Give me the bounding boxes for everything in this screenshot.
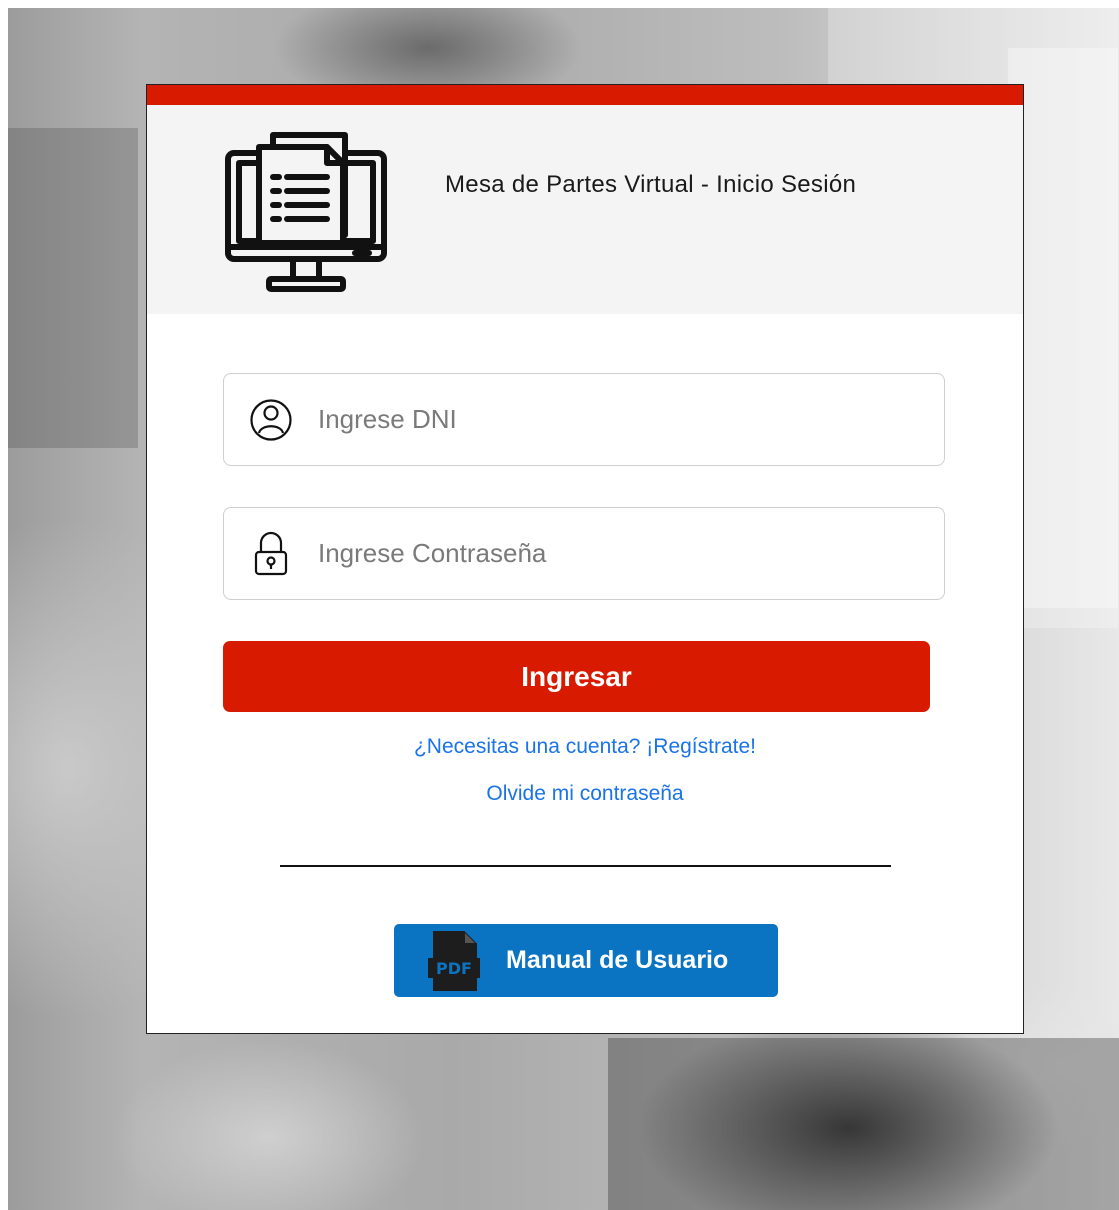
- password-field[interactable]: [223, 507, 945, 600]
- forgot-password-link[interactable]: Olvide mi contraseña: [147, 782, 1023, 806]
- password-input[interactable]: [316, 532, 920, 575]
- user-manual-label: Manual de Usuario: [506, 946, 729, 974]
- lock-icon: [246, 529, 296, 579]
- svg-text:PDF: PDF: [436, 959, 472, 978]
- divider: [280, 865, 891, 867]
- page-title: Mesa de Partes Virtual - Inicio Sesión: [445, 171, 857, 198]
- register-link[interactable]: ¿Necesitas una cuenta? ¡Regístrate!: [147, 735, 1023, 759]
- dni-field[interactable]: [223, 373, 945, 466]
- dni-input[interactable]: [316, 398, 920, 441]
- user-icon: [246, 395, 296, 445]
- login-button[interactable]: Ingresar: [223, 641, 930, 712]
- card-header: Mesa de Partes Virtual - Inicio Sesión: [147, 105, 1023, 314]
- card-top-accent-bar: [147, 85, 1023, 105]
- user-manual-button[interactable]: PDF Manual de Usuario: [394, 924, 778, 997]
- computer-document-icon: [225, 132, 387, 292]
- pdf-icon: PDF: [428, 930, 480, 991]
- login-card: Mesa de Partes Virtual - Inicio Sesión I…: [146, 84, 1024, 1034]
